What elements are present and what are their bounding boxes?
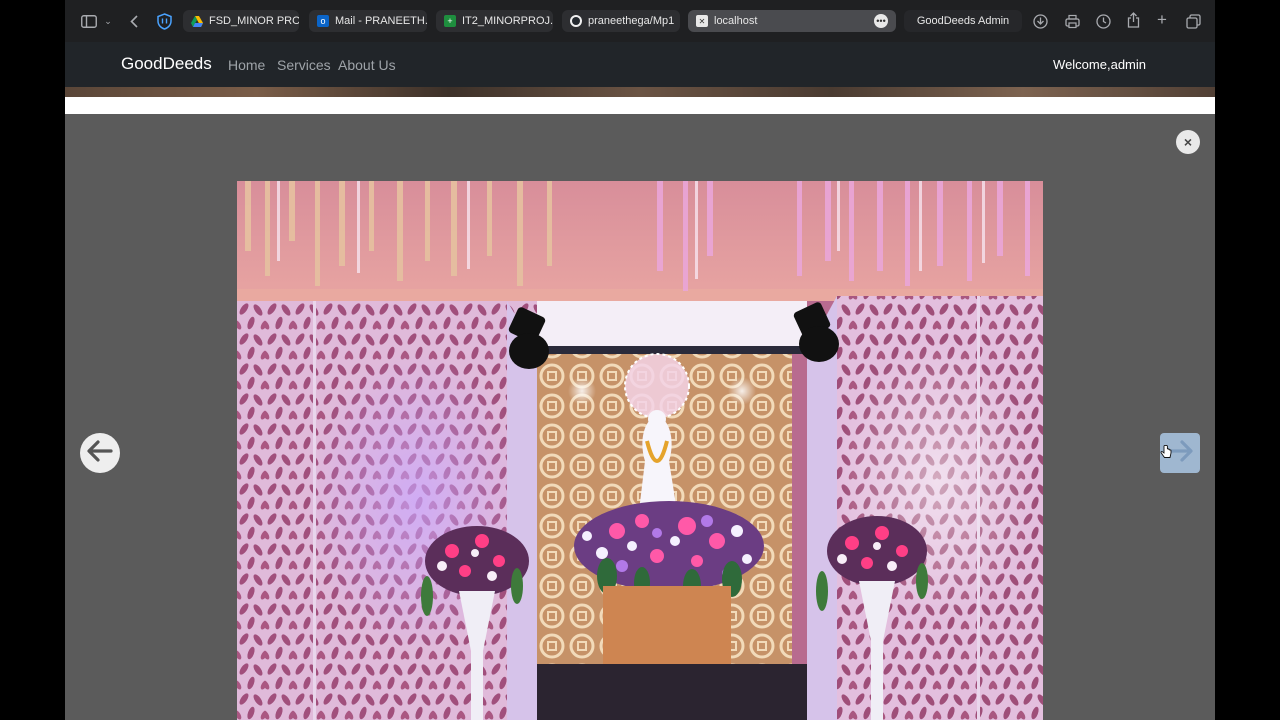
tab-localhost[interactable]: ✕ localhost ••• [688,10,896,32]
tab-it2-minor[interactable]: + IT2_MINORPROJ... [436,10,553,32]
tab-label: IT2_MINORPROJ... [462,15,553,27]
hero-image-strip [65,87,1215,97]
page-icon: ✕ [696,15,708,27]
site-navbar: GoodDeeds Home Services About Us Welcome… [65,42,1215,87]
previous-image-button[interactable] [80,433,120,473]
tab-label: GoodDeeds Admin [916,15,1010,27]
tab-fsd-minor[interactable]: FSD_MINOR PRO... [183,10,299,32]
tab-label: Mail - PRANEETH... [335,15,427,27]
welcome-text: Welcome,admin [1053,57,1146,72]
close-button[interactable]: × [1176,130,1200,154]
brand-link[interactable]: GoodDeeds [121,54,212,74]
print-icon[interactable] [1063,12,1081,30]
arrow-left-icon [87,439,113,467]
tab-github[interactable]: praneethega/Mp1 [562,10,680,32]
google-sheets-icon: + [444,15,456,27]
hand-cursor-icon [1160,444,1172,464]
shield-icon[interactable] [155,11,173,31]
chevron-down-icon[interactable]: ⌄ [103,14,113,28]
download-icon[interactable] [1031,12,1049,30]
lightbox-image [237,181,1043,720]
history-icon[interactable] [1094,12,1112,30]
page-background-strip [65,97,1215,114]
screen-frame: ⌄ FSD_MINOR PRO... o Mail - PRANEETH... … [65,0,1215,720]
next-image-button[interactable] [1160,433,1200,473]
tab-label: FSD_MINOR PRO... [209,15,299,27]
lightbox-overlay[interactable]: × [65,114,1215,720]
github-icon [570,15,582,27]
outlook-icon: o [317,15,329,27]
tab-gooddeeds-admin[interactable]: GoodDeeds Admin [904,10,1022,32]
close-icon: × [1183,134,1193,150]
back-arrow-icon[interactable] [127,12,141,30]
tab-mail[interactable]: o Mail - PRANEETH... [309,10,427,32]
shrine-photo [237,181,1043,720]
more-options-icon[interactable]: ••• [874,14,888,28]
browser-tab-bar: ⌄ FSD_MINOR PRO... o Mail - PRANEETH... … [65,0,1215,42]
nav-link-home[interactable]: Home [228,57,265,73]
nav-link-services[interactable]: Services [277,57,331,73]
tab-label: localhost [714,15,758,27]
sidebar-toggle-icon[interactable] [80,12,98,30]
tab-overview-icon[interactable] [1184,12,1202,30]
google-drive-icon [191,15,203,27]
tab-label: praneethega/Mp1 [588,15,675,27]
nav-link-about-us[interactable]: About Us [338,57,396,73]
new-tab-plus-icon[interactable]: + [1154,10,1170,29]
share-icon[interactable] [1125,11,1141,29]
